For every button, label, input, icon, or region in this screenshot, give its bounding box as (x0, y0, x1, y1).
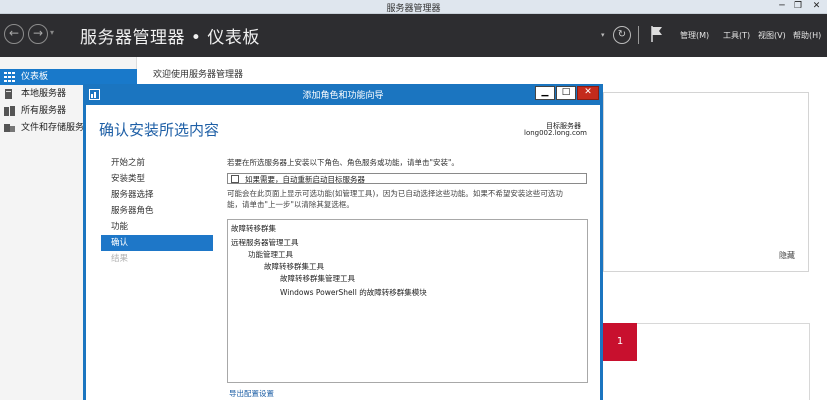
step-confirmation[interactable]: 确认 (101, 235, 213, 251)
menu-tools[interactable]: 工具(T) (723, 30, 750, 41)
menu-help[interactable]: 帮助(H) (793, 30, 821, 41)
chevron-down-icon[interactable]: ▾ (601, 31, 605, 39)
export-config-link[interactable]: 导出配置设置 (229, 388, 274, 399)
restart-checkbox[interactable] (231, 175, 239, 183)
wizard-maximize-button[interactable]: □ (556, 86, 576, 100)
app-header: ← → ▾ 服务器管理器 • 仪表板 ▾ ↻ 管理(M) 工具(T) 视图(V)… (0, 14, 827, 57)
wizard-heading: 确认安装所选内容 (99, 121, 220, 139)
step-installation-type[interactable]: 安装类型 (101, 171, 213, 187)
servers-icon (4, 106, 15, 116)
history-dropdown-icon[interactable]: ▾ (50, 28, 54, 37)
window-restore-button[interactable]: ❐ (790, 0, 806, 13)
step-before-you-begin[interactable]: 开始之前 (101, 155, 213, 171)
wizard-titlebar: 添加角色和功能向导 ▁ □ ✕ (83, 84, 603, 105)
add-roles-wizard: 添加角色和功能向导 ▁ □ ✕ 确认安装所选内容 目标服务器 long002.l… (83, 84, 603, 400)
sidebar-item-label: 文件和存储服务 (21, 123, 85, 133)
menu-manage[interactable]: 管理(M) (680, 30, 709, 41)
window-minimize-button[interactable]: ─ (774, 0, 790, 13)
restart-option[interactable]: 如果需要，自动重新启动目标服务器 (227, 173, 587, 184)
forward-button[interactable]: → (28, 24, 48, 44)
refresh-icon[interactable]: ↻ (613, 26, 631, 44)
wizard-minimize-button[interactable]: ▁ (535, 86, 555, 100)
step-server-selection[interactable]: 服务器选择 (101, 187, 213, 203)
wizard-title: 添加角色和功能向导 (302, 91, 384, 101)
feature-item: 故障转移群集工具 (264, 262, 324, 271)
menu-view[interactable]: 视图(V) (758, 30, 786, 41)
header-divider (638, 26, 639, 44)
note-line-1: 可能会在此页面上显示可选功能(如管理工具)，因为已自动选择这些功能。如果不希望安… (227, 189, 563, 198)
selected-features-list: 故障转移群集 远程服务器管理工具 功能管理工具 故障转移群集工具 故障转移群集管… (227, 219, 588, 383)
window-close-button[interactable]: ✕ (806, 0, 827, 13)
window-titlebar: 服务器管理器 ─ ❐ ✕ (0, 0, 827, 14)
sidebar-item-dashboard[interactable]: 仪表板 (0, 69, 137, 85)
wizard-body: 确认安装所选内容 目标服务器 long002.long.com 开始之前 安装类… (86, 105, 600, 400)
step-results: 结果 (111, 254, 129, 264)
restart-checkbox-label[interactable]: 如果需要，自动重新启动目标服务器 (245, 174, 365, 185)
page-title: 服务器管理器 • 仪表板 (80, 28, 260, 48)
intro-text: 若要在所选服务器上安装以下角色、角色服务或功能，请单击"安装"。 (227, 158, 459, 167)
server-icon (5, 89, 12, 99)
step-features[interactable]: 功能 (101, 219, 213, 235)
back-button[interactable]: ← (4, 24, 24, 44)
quick-start-panel (603, 92, 809, 272)
feature-item: 故障转移群集管理工具 (280, 274, 355, 283)
note-line-2: 能，请单击"上一步"以清除其复选框。 (227, 200, 354, 209)
sidebar-item-label: 本地服务器 (21, 89, 67, 99)
feature-item: Windows PowerShell 的故障转移群集模块 (280, 288, 427, 297)
feature-item: 功能管理工具 (248, 250, 293, 259)
alert-count-tile[interactable]: 1 (603, 323, 637, 361)
window-title: 服务器管理器 (386, 4, 441, 14)
step-server-roles[interactable]: 服务器角色 (101, 203, 213, 219)
folder-icon (4, 124, 15, 132)
feature-item: 远程服务器管理工具 (231, 238, 299, 247)
target-server-name: long002.long.com (524, 129, 587, 137)
wizard-close-button[interactable]: ✕ (577, 86, 599, 100)
sidebar-item-label: 所有服务器 (21, 106, 67, 116)
server-tile (637, 323, 810, 400)
sidebar-item-label: 仪表板 (21, 72, 49, 82)
feature-item: 故障转移群集 (231, 224, 276, 233)
notification-flag-icon[interactable] (650, 25, 664, 43)
welcome-heading: 欢迎使用服务器管理器 (153, 70, 244, 80)
dashboard-icon (4, 72, 15, 82)
optional-features-note: 可能会在此页面上显示可选功能(如管理工具)，因为已自动选择这些功能。如果不希望安… (227, 188, 587, 210)
hide-link[interactable]: 隐藏 (779, 250, 795, 261)
